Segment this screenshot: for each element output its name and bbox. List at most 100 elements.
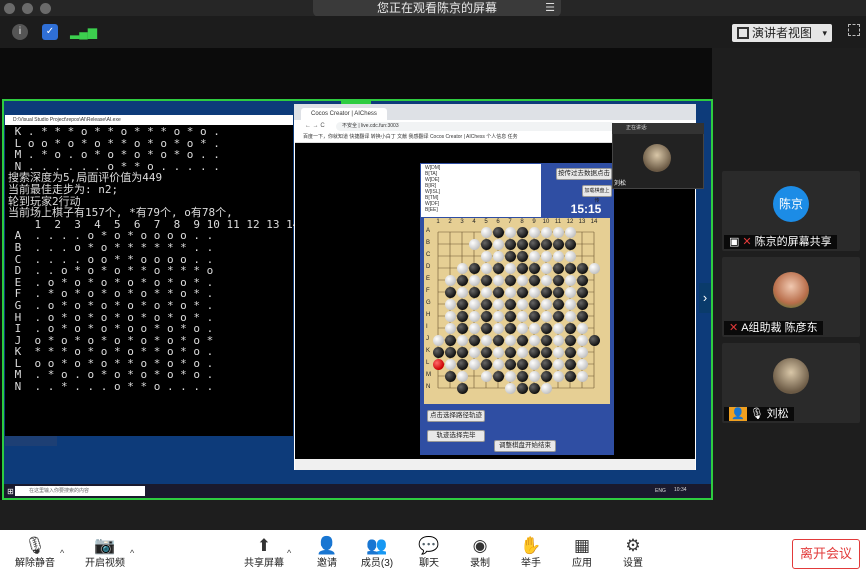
white-stone[interactable] xyxy=(444,274,456,286)
white-stone[interactable] xyxy=(456,286,468,298)
black-stone[interactable] xyxy=(492,286,504,298)
white-stone[interactable] xyxy=(528,286,540,298)
black-stone[interactable] xyxy=(540,346,552,358)
white-stone[interactable] xyxy=(528,226,540,238)
black-stone[interactable] xyxy=(516,238,528,250)
black-stone[interactable] xyxy=(540,286,552,298)
unmute-button[interactable]: 🎙 解除静音 xyxy=(10,535,60,571)
black-stone[interactable] xyxy=(456,274,468,286)
white-stone[interactable] xyxy=(540,382,552,394)
signal-icon[interactable]: ▂▄▆ xyxy=(70,24,97,40)
black-stone[interactable] xyxy=(528,238,540,250)
white-stone[interactable] xyxy=(540,262,552,274)
black-stone[interactable] xyxy=(564,262,576,274)
white-stone[interactable] xyxy=(576,358,588,370)
black-stone[interactable] xyxy=(564,370,576,382)
white-stone[interactable] xyxy=(528,370,540,382)
white-stone[interactable] xyxy=(564,298,576,310)
black-stone[interactable] xyxy=(480,298,492,310)
white-stone[interactable] xyxy=(516,310,528,322)
black-stone[interactable] xyxy=(528,346,540,358)
black-stone[interactable] xyxy=(516,226,528,238)
console-tab[interactable] xyxy=(5,436,57,446)
participant-tile-2[interactable]: 👤 🎙 刘松 xyxy=(722,343,860,423)
black-stone[interactable] xyxy=(552,262,564,274)
settings-button[interactable]: ⚙ 设置 xyxy=(608,535,658,571)
black-stone[interactable] xyxy=(564,238,576,250)
black-stone[interactable] xyxy=(552,298,564,310)
black-stone[interactable] xyxy=(516,286,528,298)
black-stone[interactable] xyxy=(492,226,504,238)
taskbar-search[interactable]: 在这里输入你要搜索的内容 xyxy=(15,486,145,496)
black-stone[interactable] xyxy=(564,334,576,346)
black-stone[interactable] xyxy=(444,286,456,298)
black-stone[interactable] xyxy=(564,346,576,358)
share-options-caret[interactable]: ^ xyxy=(287,548,291,558)
apps-button[interactable]: ▦ 应用 xyxy=(557,535,607,571)
black-stone[interactable] xyxy=(504,310,516,322)
black-stone[interactable] xyxy=(504,238,516,250)
white-stone[interactable] xyxy=(540,310,552,322)
select-track-button[interactable]: 点击选择路径轨迹 xyxy=(427,410,485,422)
black-stone[interactable] xyxy=(552,286,564,298)
white-stone[interactable] xyxy=(504,286,516,298)
white-stone[interactable] xyxy=(516,298,528,310)
black-stone[interactable] xyxy=(552,238,564,250)
info-icon[interactable]: i xyxy=(12,24,28,40)
participant-tile-0[interactable]: 陈京 ▣ ✕ 陈京的屏幕共享 xyxy=(722,171,860,251)
share-screen-button[interactable]: ⬆ 共享屏幕 xyxy=(239,535,289,571)
white-stone[interactable] xyxy=(528,358,540,370)
video-options-caret[interactable]: ^ xyxy=(130,548,134,558)
white-stone[interactable] xyxy=(432,334,444,346)
black-stone[interactable] xyxy=(516,370,528,382)
black-stone[interactable] xyxy=(492,334,504,346)
black-stone[interactable] xyxy=(468,334,480,346)
white-stone[interactable] xyxy=(528,250,540,262)
leave-meeting-button[interactable]: 离开会议 xyxy=(792,539,860,569)
black-stone[interactable] xyxy=(540,238,552,250)
white-stone[interactable] xyxy=(576,370,588,382)
white-stone[interactable] xyxy=(528,322,540,334)
black-stone[interactable] xyxy=(456,322,468,334)
black-stone[interactable] xyxy=(528,298,540,310)
members-button[interactable]: 👥 成员(3) xyxy=(352,535,402,571)
black-stone[interactable] xyxy=(528,310,540,322)
black-stone[interactable] xyxy=(576,310,588,322)
black-stone[interactable] xyxy=(468,286,480,298)
participant-tile-1[interactable]: ✕ A组助裁 陈彦东 xyxy=(722,257,860,337)
white-stone[interactable] xyxy=(540,250,552,262)
white-stone[interactable] xyxy=(468,346,480,358)
white-stone[interactable] xyxy=(468,358,480,370)
white-stone[interactable] xyxy=(444,358,456,370)
white-stone[interactable] xyxy=(444,310,456,322)
white-stone[interactable] xyxy=(468,298,480,310)
black-stone[interactable] xyxy=(456,346,468,358)
white-stone[interactable] xyxy=(564,310,576,322)
white-stone[interactable] xyxy=(564,286,576,298)
nav-arrows-icon[interactable]: ← → C xyxy=(305,123,325,129)
white-stone[interactable] xyxy=(492,298,504,310)
white-stone[interactable] xyxy=(456,370,468,382)
black-stone[interactable] xyxy=(528,274,540,286)
white-stone[interactable] xyxy=(468,310,480,322)
windows-start-icon[interactable]: ⊞ xyxy=(7,487,14,496)
white-stone[interactable] xyxy=(492,322,504,334)
white-stone[interactable] xyxy=(564,250,576,262)
chevron-right-icon[interactable]: › xyxy=(699,283,711,313)
black-stone[interactable] xyxy=(576,262,588,274)
move-log[interactable]: W[DM] B[TA] W[DE] B[IR] W[ISL] B[TM] W[DF] B[EE… xyxy=(421,164,541,217)
adjust-board-button[interactable]: 调整棋盘开始结束 xyxy=(494,440,556,452)
track-done-button[interactable]: 轨迹选择完毕 xyxy=(427,430,485,442)
black-stone[interactable] xyxy=(540,358,552,370)
white-stone[interactable] xyxy=(552,346,564,358)
white-stone[interactable] xyxy=(480,250,492,262)
black-stone[interactable] xyxy=(564,322,576,334)
window-zoom-dot[interactable] xyxy=(40,3,51,14)
black-stone[interactable] xyxy=(504,298,516,310)
white-stone[interactable] xyxy=(468,238,480,250)
white-stone[interactable] xyxy=(540,274,552,286)
chat-button[interactable]: 💬 聊天 xyxy=(404,535,454,571)
black-stone[interactable] xyxy=(480,358,492,370)
black-stone[interactable] xyxy=(480,274,492,286)
black-stone[interactable] xyxy=(576,298,588,310)
